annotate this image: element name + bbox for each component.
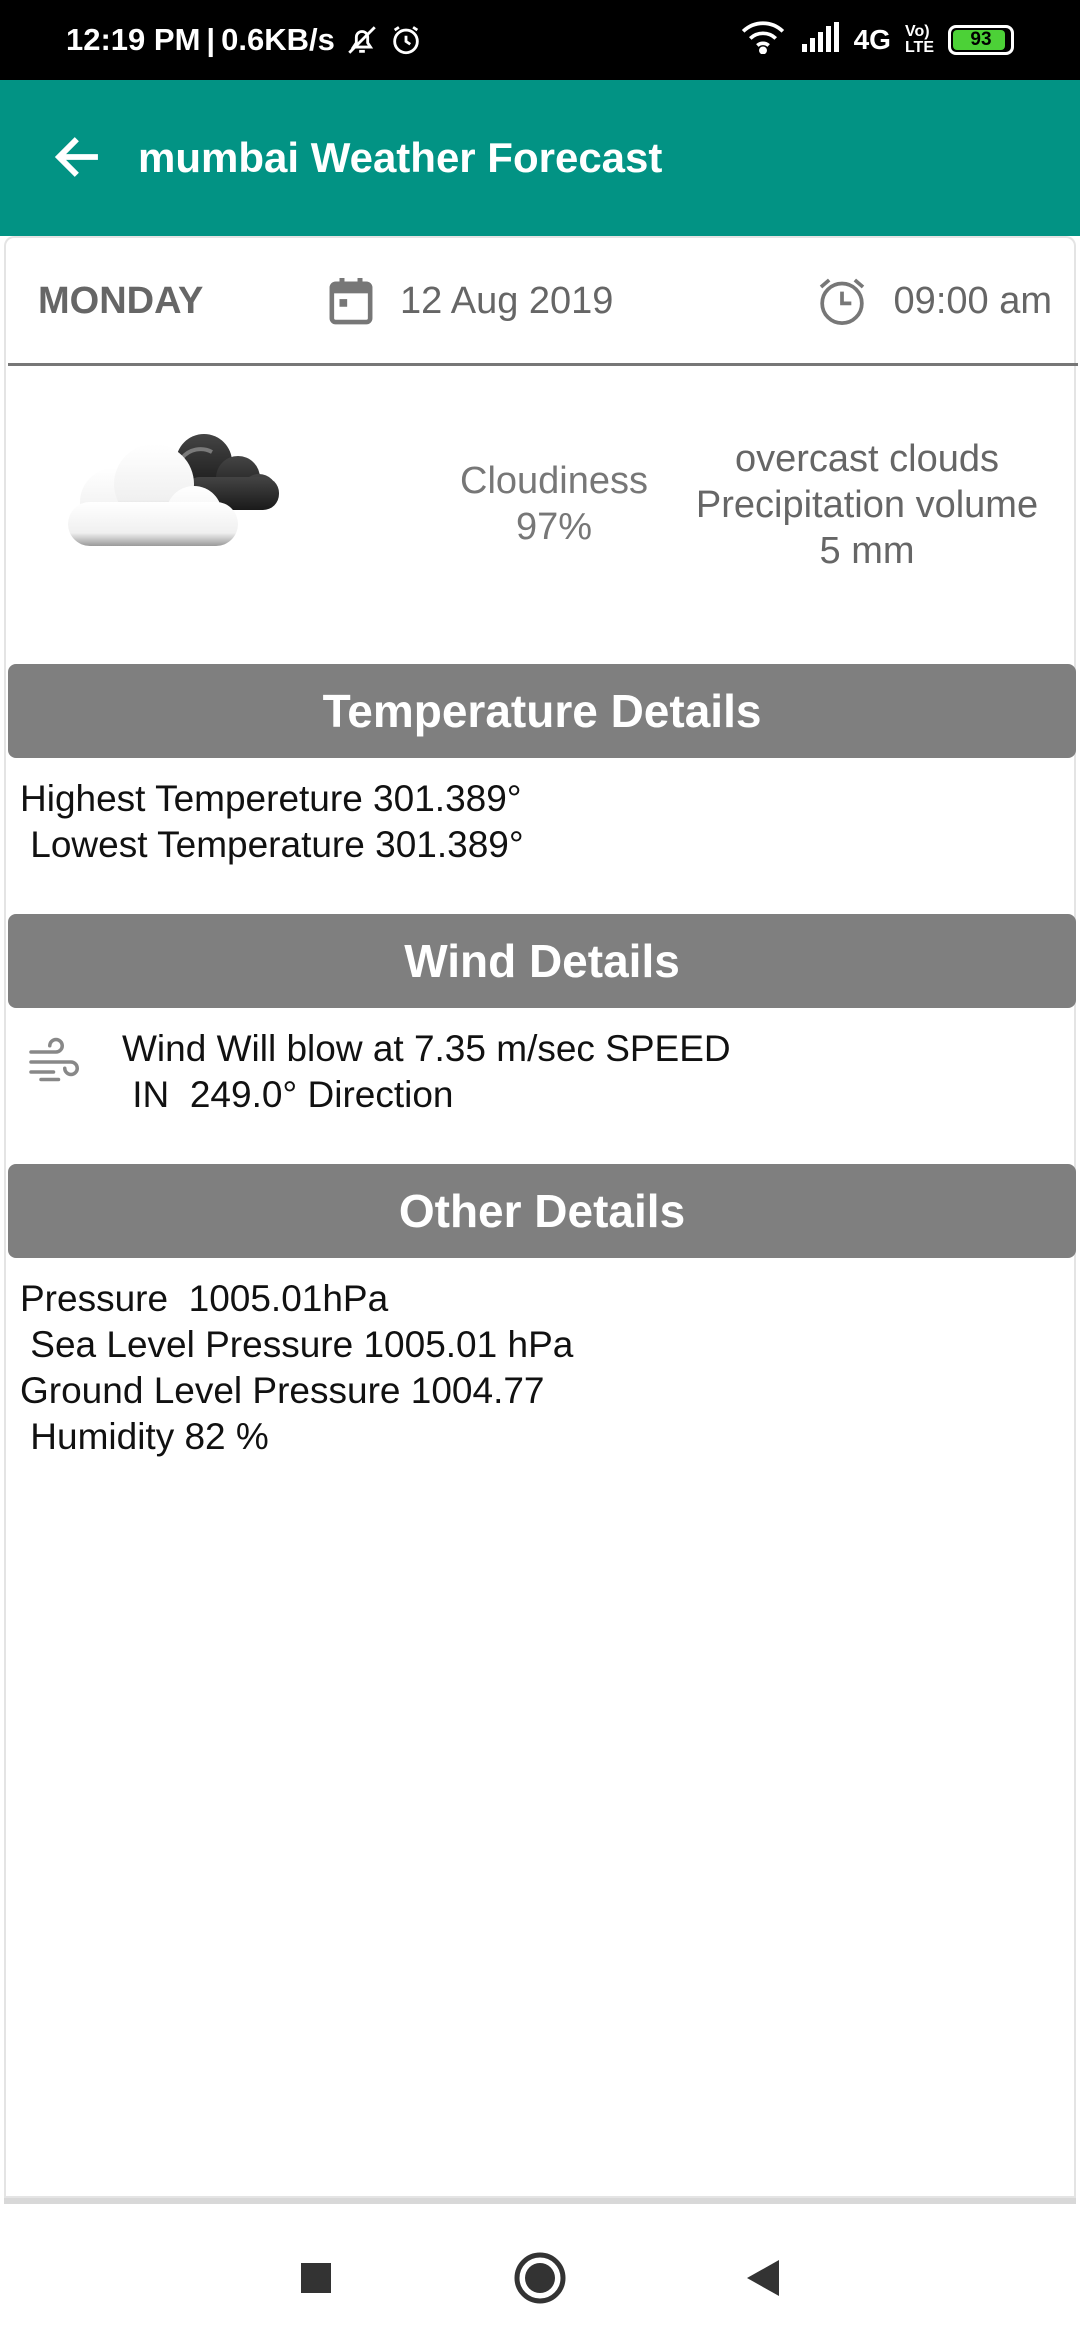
home-button[interactable] [512, 2250, 568, 2306]
conditions-block: overcast clouds Precipitation volume 5 m… [672, 436, 1062, 574]
alarm-status-icon [389, 23, 423, 57]
status-right: 4G Vo) LTE 93 [740, 0, 1014, 80]
network-type: 4G [853, 24, 891, 55]
forecast-card: MONDAY 12 Aug 2019 09:00 am Cloudiness 9… [4, 236, 1078, 2204]
day-label: MONDAY [38, 279, 204, 322]
time-group: 09:00 am [814, 236, 1052, 366]
wifi-icon [740, 20, 786, 61]
volte-top: Vo) [904, 23, 930, 40]
cloudiness-value: 97% [515, 506, 593, 548]
date-group: 12 Aug 2019 [328, 236, 613, 366]
arrow-left-icon [54, 137, 98, 177]
battery-level: 93 [970, 29, 992, 50]
highest-temperature: Highest Tempereture 301.389° [20, 778, 522, 819]
wind-icon [29, 1037, 79, 1082]
wind-body: Wind Will blow at 7.35 m/sec SPEED IN 24… [26, 1026, 731, 1118]
app-bar: mumbai Weather Forecast [0, 80, 1080, 236]
weather-description: overcast clouds [734, 438, 999, 480]
back-button[interactable] [44, 124, 110, 190]
ground-level-pressure: Ground Level Pressure 1004.77 [20, 1370, 545, 1411]
wind-text: Wind Will blow at 7.35 m/sec SPEED IN 24… [122, 1026, 731, 1118]
forecast-date: 12 Aug 2019 [400, 279, 614, 322]
recent-apps-button[interactable] [288, 2250, 344, 2306]
status-time: 12:19 PM [66, 22, 201, 57]
navigation-bar [0, 2210, 1080, 2340]
cloudiness-label: Cloudiness [460, 460, 648, 502]
other-body: Pressure 1005.01hPa Sea Level Pressure 1… [20, 1276, 573, 1460]
cloudiness-block: Cloudiness 97% [444, 458, 664, 550]
volte-bottom: LTE [904, 39, 934, 56]
temperature-body: Highest Tempereture 301.389° Lowest Temp… [20, 776, 524, 868]
status-speed: 0.6KB/s [221, 22, 335, 57]
lowest-temperature: Lowest Temperature 301.389° [20, 824, 524, 865]
humidity: Humidity 82 % [20, 1416, 269, 1457]
triangle-icon [747, 2260, 779, 2296]
volte-indicator: Vo) LTE [905, 24, 934, 56]
date-row: MONDAY 12 Aug 2019 09:00 am [8, 236, 1078, 366]
square-icon [301, 2263, 331, 2293]
sea-level-pressure: Sea Level Pressure 1005.01 hPa [20, 1324, 574, 1365]
other-header: Other Details [8, 1164, 1076, 1258]
cloud-icon [54, 422, 294, 567]
calendar-icon [329, 278, 373, 325]
wind-header: Wind Details [8, 914, 1076, 1008]
battery-icon: 93 [948, 25, 1014, 55]
forecast-time: 09:00 am [893, 279, 1052, 322]
page-title: mumbai Weather Forecast [138, 134, 663, 181]
status-separator: | [206, 22, 216, 57]
status-bar: 12:19 PM | 0.6KB/s 4G Vo) LTE 93 [0, 0, 1080, 80]
circle-icon [514, 2252, 566, 2304]
precipitation-value: 5 mm [819, 530, 915, 572]
status-left: 12:19 PM | 0.6KB/s [66, 0, 423, 80]
wind-direction: IN 249.0° Direction [122, 1074, 454, 1115]
signal-icon [800, 21, 840, 59]
wind-speed: Wind Will blow at 7.35 m/sec SPEED [122, 1028, 731, 1069]
alarm-clock-icon [819, 278, 864, 326]
precipitation-label: Precipitation volume [695, 484, 1039, 526]
back-nav-button[interactable] [734, 2250, 790, 2306]
pressure: Pressure 1005.01hPa [20, 1278, 389, 1319]
bell-muted-icon [345, 23, 379, 57]
weather-summary: Cloudiness 97% overcast clouds Precipita… [4, 386, 1076, 646]
temperature-header: Temperature Details [8, 664, 1076, 758]
